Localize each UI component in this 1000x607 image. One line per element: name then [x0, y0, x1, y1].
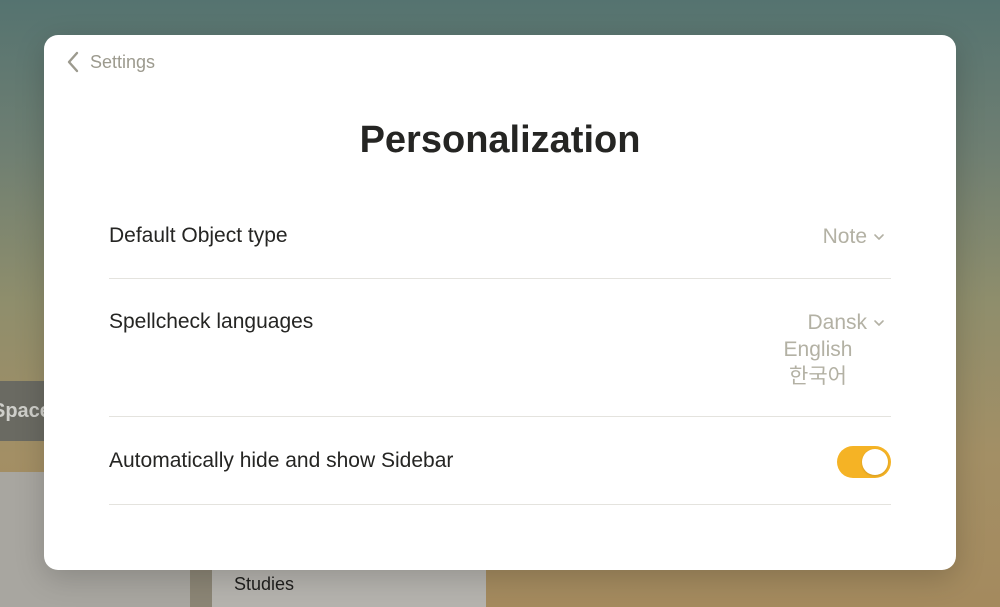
- chevron-left-icon: [67, 51, 79, 73]
- page-title: Personalization: [359, 119, 641, 161]
- default-object-type-value: Note: [822, 225, 867, 248]
- auto-hide-sidebar-label: Automatically hide and show Sidebar: [109, 449, 454, 472]
- personalization-modal: Settings Personalization Default Object …: [44, 35, 956, 570]
- spellcheck-language-item: English: [783, 338, 853, 361]
- default-object-type-label: Default Object type: [109, 224, 288, 247]
- spellcheck-language-item: Dansk: [771, 309, 885, 336]
- back-button-label: Settings: [90, 51, 156, 72]
- spellcheck-languages-select[interactable]: Dansk English 한국어: [771, 309, 885, 390]
- chevron-down-icon: [874, 234, 884, 240]
- spellcheck-languages-label: Spellcheck languages: [109, 310, 314, 333]
- spellcheck-languages-row: Spellcheck languages Dansk English 한국어: [109, 279, 891, 417]
- toggle-knob: [862, 449, 888, 475]
- back-to-settings-button[interactable]: Settings: [66, 51, 155, 73]
- default-object-type-select[interactable]: Note: [823, 225, 885, 249]
- auto-hide-sidebar-toggle[interactable]: [837, 446, 891, 478]
- spellcheck-language-item: 한국어: [789, 365, 847, 388]
- background-card-label: Studies: [234, 574, 295, 594]
- auto-hide-sidebar-row: Automatically hide and show Sidebar: [109, 417, 891, 505]
- chevron-down-icon: [874, 319, 884, 326]
- default-object-type-row: Default Object type Note: [109, 197, 891, 279]
